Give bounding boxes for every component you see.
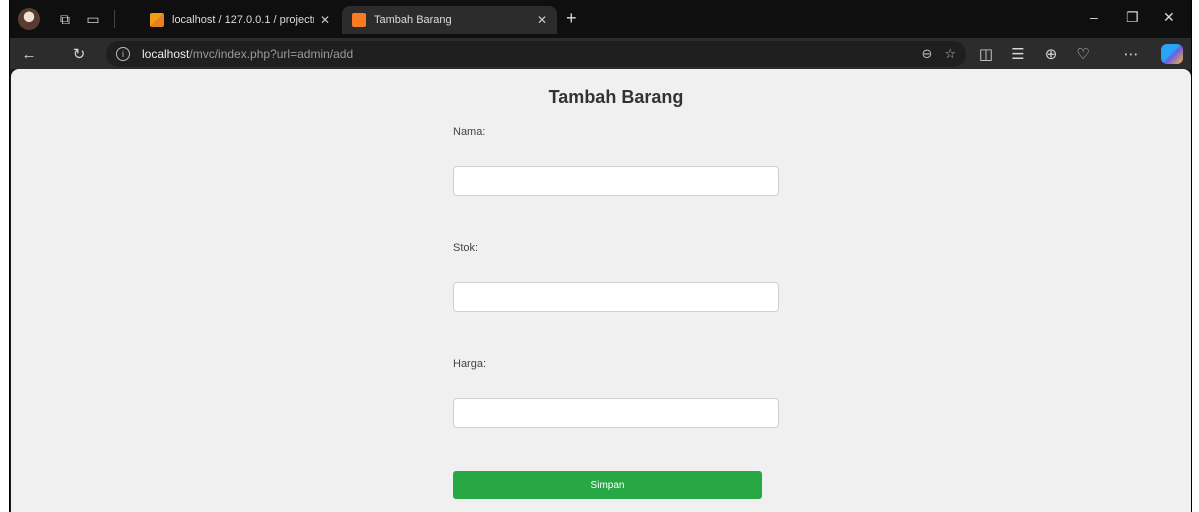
page-viewport: Tambah Barang Nama: Stok: Harga: Simpan xyxy=(11,69,1191,512)
workspaces-icon[interactable]: ⧉ xyxy=(54,8,76,30)
harga-label: Harga: xyxy=(453,358,487,370)
collections-icon[interactable]: ⊕ xyxy=(1040,43,1062,65)
tab-strip: ⧉ ▭ localhost / 127.0.0.1 / projectmvc ✕… xyxy=(10,0,1191,38)
copilot-icon[interactable] xyxy=(1161,44,1183,64)
simpan-button[interactable]: Simpan xyxy=(453,471,762,499)
vertical-tabs-icon[interactable]: ▭ xyxy=(82,8,104,30)
page-title: Tambah Barang xyxy=(548,87,684,107)
stok-input[interactable] xyxy=(453,282,779,312)
new-tab-icon[interactable]: + xyxy=(566,8,577,29)
url-host: localhost xyxy=(142,47,190,61)
close-window-icon[interactable]: ✕ xyxy=(1163,9,1175,26)
tab-tambah-barang[interactable]: Tambah Barang ✕ xyxy=(342,6,557,34)
tab-phpmyadmin[interactable]: localhost / 127.0.0.1 / projectmvc ✕ xyxy=(140,6,340,34)
restore-icon[interactable]: ❐ xyxy=(1126,9,1139,26)
more-icon[interactable]: ⋯ xyxy=(1120,43,1142,65)
refresh-icon[interactable]: ↻ xyxy=(68,43,90,65)
stok-label: Stok: xyxy=(453,242,479,254)
minimize-icon[interactable]: – xyxy=(1090,9,1098,25)
back-icon[interactable]: ← xyxy=(18,43,40,65)
favorite-star-icon[interactable]: ☆ xyxy=(944,46,956,62)
site-info-icon[interactable]: i xyxy=(116,47,130,61)
tab-divider xyxy=(114,10,115,28)
close-tab-icon[interactable]: ✕ xyxy=(320,13,330,27)
close-tab-icon[interactable]: ✕ xyxy=(537,13,547,27)
url-path: /mvc/index.php?url=admin/add xyxy=(189,47,354,61)
tab-title: localhost / 127.0.0.1 / projectmvc xyxy=(172,14,314,26)
split-screen-icon[interactable]: ◫ xyxy=(975,43,997,65)
phpmyadmin-icon xyxy=(150,13,164,27)
nama-input[interactable] xyxy=(453,166,779,196)
profile-avatar[interactable] xyxy=(18,8,40,30)
tab-title: Tambah Barang xyxy=(374,14,452,26)
xampp-icon xyxy=(352,13,366,27)
address-bar[interactable]: i localhost/mvc/index.php?url=admin/add … xyxy=(106,41,966,67)
browser-window: ⧉ ▭ localhost / 127.0.0.1 / projectmvc ✕… xyxy=(9,0,1192,512)
favorites-icon[interactable]: ☰ xyxy=(1007,43,1029,65)
browser-essentials-icon[interactable]: ♡ xyxy=(1072,43,1094,65)
browser-toolbar: ← ↻ i localhost/mvc/index.php?url=admin/… xyxy=(10,38,1191,69)
harga-input[interactable] xyxy=(453,398,779,428)
nama-label: Nama: xyxy=(453,126,486,138)
zoom-icon[interactable]: ⊖ xyxy=(921,46,932,62)
